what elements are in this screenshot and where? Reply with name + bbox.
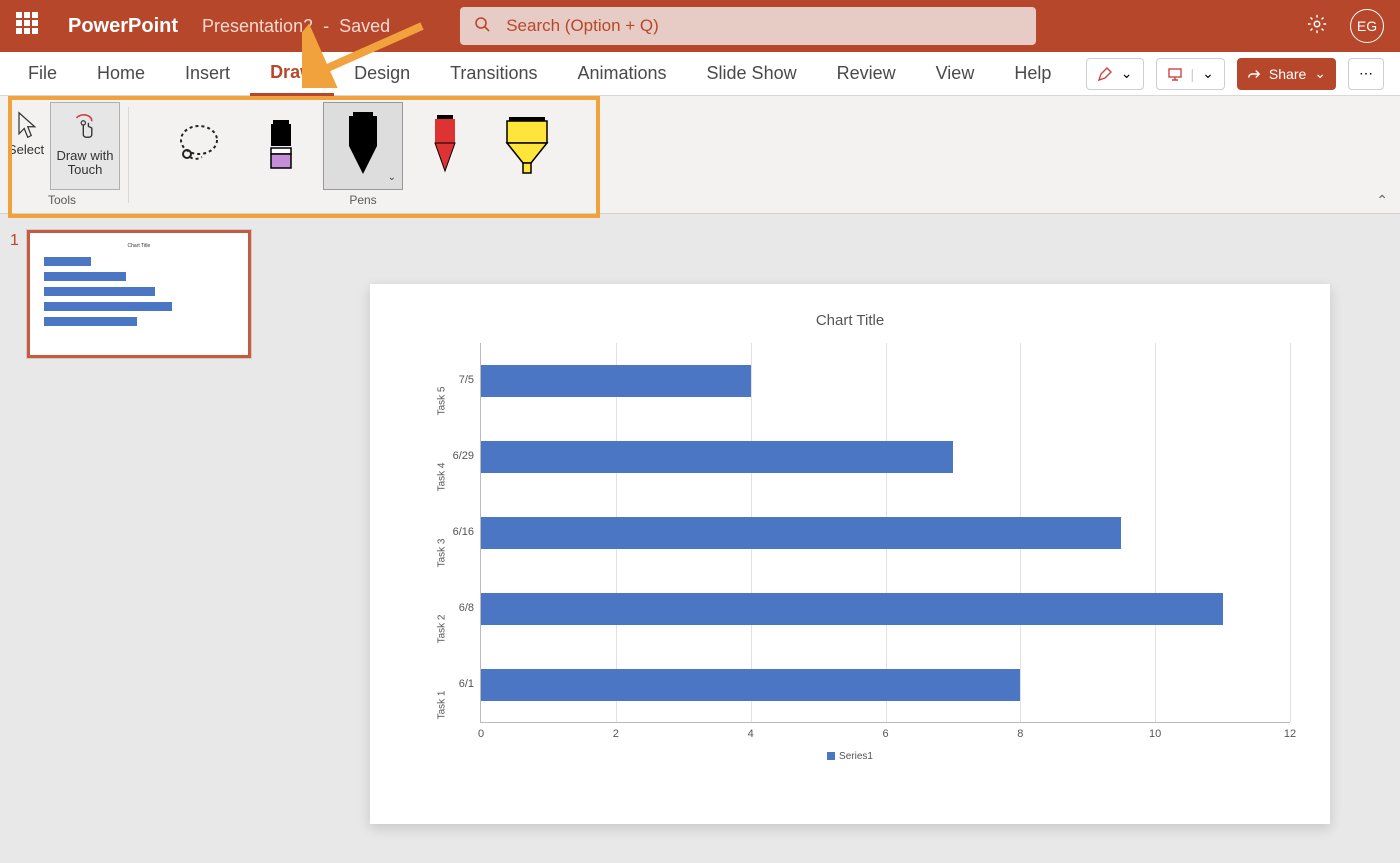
x-tick-label: 4 bbox=[748, 728, 754, 740]
x-tick-label: 10 bbox=[1149, 728, 1161, 740]
group-tools: Select Draw with Touch Tools bbox=[0, 96, 124, 213]
y-category-label: Task 4 bbox=[437, 463, 448, 492]
eraser-tool[interactable] bbox=[241, 102, 321, 190]
legend-swatch bbox=[827, 752, 835, 760]
present-button[interactable]: | ⌄ bbox=[1156, 58, 1225, 90]
search-input[interactable]: Search (Option + Q) bbox=[460, 7, 1036, 45]
y-category-label: Task 1 bbox=[437, 691, 448, 720]
chevron-down-icon: ⌄ bbox=[388, 172, 396, 183]
y-value-label: 6/1 bbox=[459, 678, 474, 690]
share-button[interactable]: Share ⌄ bbox=[1237, 58, 1336, 90]
chart-bar bbox=[481, 669, 1020, 701]
chart-bar bbox=[481, 365, 751, 397]
x-tick-label: 8 bbox=[1017, 728, 1023, 740]
pen-red[interactable] bbox=[405, 102, 485, 190]
title-bar: PowerPoint Presentation2 - Saved ⌄ Searc… bbox=[0, 0, 1400, 52]
tab-home[interactable]: Home bbox=[77, 52, 165, 96]
chart-bar bbox=[481, 517, 1121, 549]
chevron-down-icon: ⌄ bbox=[1202, 65, 1214, 82]
y-category-label: Task 3 bbox=[437, 539, 448, 568]
slide-canvas-area[interactable]: Chart Title Task 5 7/5 Task 4 6/29 Task 3 6/1… bbox=[300, 214, 1400, 863]
ribbon-draw: Select Draw with Touch Tools ⌄ bbox=[0, 96, 1400, 214]
chart-legend: Series1 bbox=[410, 751, 1290, 762]
save-state: Saved bbox=[339, 16, 390, 36]
slide-thumbnail-1[interactable]: Chart Title bbox=[27, 230, 251, 358]
group-tools-label: Tools bbox=[48, 193, 76, 207]
chevron-down-icon: ⌄ bbox=[1314, 65, 1326, 82]
group-pens: ⌄ Pens bbox=[133, 96, 593, 213]
chevron-down-icon: ⌄ bbox=[1121, 65, 1133, 82]
group-pens-label: Pens bbox=[349, 193, 376, 207]
x-tick-label: 0 bbox=[478, 728, 484, 740]
x-tick-label: 6 bbox=[882, 728, 888, 740]
highlighter-yellow[interactable] bbox=[487, 102, 567, 190]
divider bbox=[128, 107, 129, 203]
divider bbox=[597, 107, 598, 203]
x-tick-label: 2 bbox=[613, 728, 619, 740]
pen-mode-button[interactable]: ⌄ bbox=[1086, 58, 1144, 90]
tab-help[interactable]: Help bbox=[994, 52, 1071, 96]
slide-1[interactable]: Chart Title Task 5 7/5 Task 4 6/29 Task 3 6/1… bbox=[370, 284, 1330, 824]
tab-view[interactable]: View bbox=[916, 52, 995, 96]
ribbon-tabs: File Home Insert Draw Design Transitions… bbox=[0, 52, 1400, 96]
y-axis: Task 5 7/5 Task 4 6/29 Task 3 6/16 Task 2 6/8 Ta… bbox=[410, 343, 480, 723]
tab-review[interactable]: Review bbox=[817, 52, 916, 96]
tab-slideshow[interactable]: Slide Show bbox=[687, 52, 817, 96]
search-icon bbox=[474, 16, 490, 37]
app-name: PowerPoint bbox=[68, 15, 178, 38]
gridline bbox=[1155, 343, 1156, 722]
collapse-ribbon-icon[interactable]: ⌃ bbox=[1376, 192, 1388, 209]
document-name[interactable]: Presentation2 - Saved bbox=[202, 16, 390, 37]
gridline bbox=[1290, 343, 1291, 722]
tab-animations[interactable]: Animations bbox=[557, 52, 686, 96]
draw-with-touch-tool[interactable]: Draw with Touch bbox=[50, 102, 120, 190]
tab-transitions[interactable]: Transitions bbox=[430, 52, 557, 96]
tab-draw[interactable]: Draw bbox=[250, 52, 334, 96]
chart-plot: 024681012 bbox=[480, 343, 1290, 723]
y-value-label: 6/29 bbox=[453, 450, 474, 462]
search-placeholder: Search (Option + Q) bbox=[506, 16, 659, 36]
doc-chevron-icon[interactable]: ⌄ bbox=[410, 19, 420, 33]
tab-file[interactable]: File bbox=[8, 52, 77, 96]
more-button[interactable]: ⋯ bbox=[1348, 58, 1384, 90]
app-launcher-icon[interactable] bbox=[16, 12, 44, 40]
y-value-label: 6/16 bbox=[453, 526, 474, 538]
slide-thumbnail-panel: 1 Chart Title bbox=[0, 214, 300, 863]
settings-icon[interactable] bbox=[1306, 13, 1328, 40]
y-category-label: Task 5 bbox=[437, 387, 448, 416]
select-tool[interactable]: Select bbox=[4, 102, 48, 190]
chart-body: Task 5 7/5 Task 4 6/29 Task 3 6/16 Task 2 6/8 Ta… bbox=[410, 343, 1290, 723]
lasso-tool[interactable] bbox=[159, 102, 239, 190]
x-tick-label: 12 bbox=[1284, 728, 1296, 740]
thumbnail-number: 1 bbox=[10, 232, 19, 358]
tab-design[interactable]: Design bbox=[334, 52, 430, 96]
y-value-label: 7/5 bbox=[459, 374, 474, 386]
main-area: 1 Chart Title Chart Title Task 57/5Task … bbox=[0, 214, 1400, 863]
chart-bar bbox=[481, 593, 1223, 625]
tab-insert[interactable]: Insert bbox=[165, 52, 250, 96]
pen-black[interactable]: ⌄ bbox=[323, 102, 403, 190]
chart-title: Chart Title bbox=[410, 312, 1290, 329]
y-category-label: Task 2 bbox=[437, 615, 448, 644]
user-avatar[interactable]: EG bbox=[1350, 9, 1384, 43]
chart-bar bbox=[481, 441, 953, 473]
y-value-label: 6/8 bbox=[459, 602, 474, 614]
